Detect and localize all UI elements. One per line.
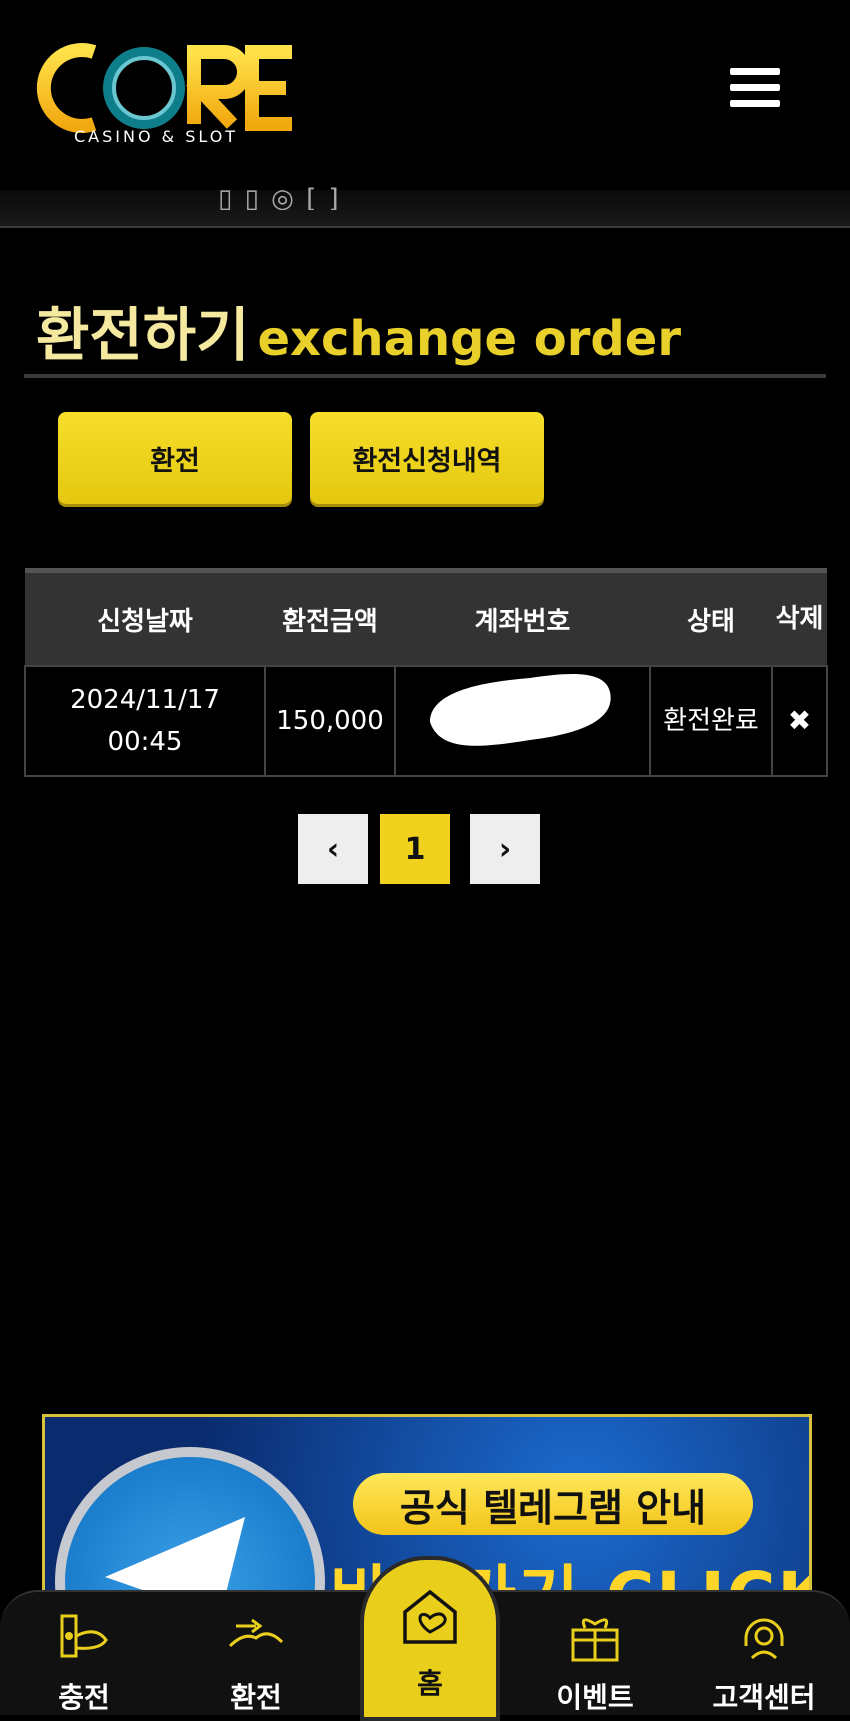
redacted-account-mark [420,662,620,754]
top-header: CASINO & SLOT [0,0,850,191]
logo-subtitle: CASINO & SLOT [74,127,238,146]
delete-icon[interactable]: ✖ [771,665,828,777]
subbar-text: ▯ ▯ ◎ [ ] [218,184,341,210]
nav-label-withdraw: 환전 [230,1681,282,1714]
tab-exchange[interactable]: 환전 [58,412,292,504]
nav-label-event: 이벤트 [556,1681,634,1714]
cell-time: 00:45 [107,727,183,757]
nav-label-deposit: 충전 [58,1681,110,1714]
header-status: 상태 [650,568,772,666]
nav-item-support[interactable]: 고객센터 [704,1592,824,1715]
header-delete: 삭제 [772,568,827,666]
gift-icon [571,1618,619,1662]
header-amount: 환전금액 [265,568,395,666]
page-title-english: exchange order [257,311,682,367]
home-heart-icon [403,1589,457,1644]
tab-exchange-history[interactable]: 환전신청내역 [310,412,544,504]
pagination-next-button[interactable]: › [470,814,540,884]
cell-status: 환전완료 [649,665,773,777]
nav-item-event[interactable]: 이벤트 [535,1592,655,1715]
headset-icon [744,1618,784,1660]
header-request-date: 신청날짜 [25,568,265,666]
banner-notice-pill: 공식 텔레그램 안내 [353,1473,753,1535]
cell-date: 2024/11/17 [70,685,220,715]
core-logo[interactable]: CASINO & SLOT [34,30,334,150]
nav-item-deposit[interactable]: 충전 [24,1592,144,1715]
table-header-row: 신청날짜 환전금액 계좌번호 상태 삭제 [25,568,827,666]
nav-label-home: 홈 [417,1667,443,1700]
cell-amount: 150,000 [264,665,396,777]
title-divider [24,374,826,378]
status-subbar: ▯ ▯ ◎ [ ] [0,184,850,228]
nav-item-withdraw[interactable]: 환전 [196,1592,316,1715]
nav-label-support: 고객센터 [712,1681,816,1714]
cell-request-date: 2024/11/17 00:45 [24,665,266,777]
pagination-page-1[interactable]: 1 [380,814,450,884]
header-account-number: 계좌번호 [395,568,650,666]
nav-item-home[interactable]: 홈 [360,1556,500,1721]
deposit-icon [60,1614,108,1658]
pagination-prev-button[interactable]: ‹ [298,814,368,884]
withdraw-icon [228,1618,284,1648]
page-title: 환전하기 exchange order [36,288,681,372]
hamburger-menu-icon[interactable] [730,68,780,112]
page-title-korean: 환전하기 [36,301,250,369]
